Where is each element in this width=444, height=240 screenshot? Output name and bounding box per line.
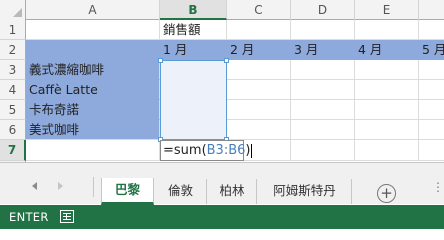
more-options-icon[interactable]: ⋮	[432, 180, 444, 194]
cell-d7[interactable]	[291, 140, 355, 161]
cell-c1[interactable]	[227, 20, 291, 40]
tab-divider	[93, 177, 94, 197]
add-sheet-icon[interactable]: +	[377, 184, 396, 203]
cell-b1[interactable]: 銷售額	[160, 20, 227, 40]
cell-d1[interactable]	[291, 20, 355, 40]
cell-e2[interactable]: 4 月	[355, 40, 419, 60]
sheet-tab-london[interactable]: 倫敦	[155, 179, 207, 204]
cell-a7[interactable]	[26, 140, 160, 161]
cell-b2[interactable]: 1 月	[160, 40, 227, 60]
column-header-f[interactable]	[419, 0, 444, 20]
cell-a2[interactable]	[26, 40, 160, 60]
column-header-e[interactable]: E	[355, 0, 419, 20]
scroll-tabs-left-icon[interactable]	[32, 182, 37, 190]
cell-a1[interactable]	[26, 20, 160, 40]
row-header-3[interactable]: 3	[0, 60, 26, 80]
row-header-5[interactable]: 5	[0, 100, 26, 120]
column-header-c[interactable]: C	[227, 0, 291, 20]
select-all-corner[interactable]	[0, 0, 26, 20]
cell-d4[interactable]	[291, 80, 355, 100]
cell-c5[interactable]	[227, 100, 291, 120]
sheet-tab-berlin[interactable]: 柏林	[208, 179, 257, 204]
macro-recording-icon[interactable]	[60, 210, 74, 223]
status-bar: ENTER	[0, 205, 444, 229]
sheet-tab-amsterdam[interactable]: 阿姆斯特丹	[258, 179, 352, 204]
cell-a4[interactable]: Caffè Latte	[26, 80, 160, 100]
cell-c2[interactable]: 2 月	[227, 40, 291, 60]
cell-f3[interactable]	[419, 60, 444, 80]
row-header-1[interactable]: 1	[0, 20, 26, 40]
cell-f5[interactable]	[419, 100, 444, 120]
cell-c4[interactable]	[227, 80, 291, 100]
cell-f4[interactable]	[419, 80, 444, 100]
cell-c6[interactable]	[227, 120, 291, 140]
row-header-2[interactable]: 2	[0, 40, 26, 60]
column-header-b[interactable]: B	[160, 0, 227, 20]
cell-f6[interactable]	[419, 120, 444, 140]
cell-f1[interactable]	[419, 20, 444, 40]
cell-e4[interactable]	[355, 80, 419, 100]
cell-e5[interactable]	[355, 100, 419, 120]
cell-e3[interactable]	[355, 60, 419, 80]
cell-d3[interactable]	[291, 60, 355, 80]
cell-a6[interactable]: 美式咖啡	[26, 120, 160, 140]
cell-a3[interactable]: 義式濃縮咖啡	[26, 60, 160, 80]
formula-close-paren: )	[245, 143, 251, 158]
cell-f2[interactable]: 5 月	[419, 40, 444, 60]
range-handle-top-right[interactable]	[224, 58, 229, 63]
cell-d2[interactable]: 3 月	[291, 40, 355, 60]
cell-f7[interactable]	[419, 140, 444, 161]
select-all-icon	[13, 8, 22, 17]
cell-e7[interactable]	[355, 140, 419, 161]
cell-d5[interactable]	[291, 100, 355, 120]
cell-c3[interactable]	[227, 60, 291, 80]
cell-e1[interactable]	[355, 20, 419, 40]
range-handle-top-left[interactable]	[158, 58, 163, 63]
column-header-a[interactable]: A	[26, 0, 160, 20]
cell-b7-editor[interactable]: =sum(B3:B6)	[160, 140, 253, 161]
cell-e6[interactable]	[355, 120, 419, 140]
cell-d6[interactable]	[291, 120, 355, 140]
cell-a5[interactable]: 卡布奇諾	[26, 100, 160, 120]
column-headers: A B C D E	[0, 0, 444, 20]
row-header-6[interactable]: 6	[0, 120, 26, 140]
scroll-tabs-right-icon[interactable]	[58, 182, 63, 190]
formula-function: =sum(	[163, 143, 207, 158]
row-header-7[interactable]: 7	[0, 140, 26, 161]
column-header-d[interactable]: D	[291, 0, 355, 20]
formula-range-highlight[interactable]	[158, 58, 229, 142]
row-header-4[interactable]: 4	[0, 80, 26, 100]
sheet-tab-paris[interactable]: 巴黎	[101, 178, 154, 205]
text-caret	[251, 143, 253, 158]
status-mode: ENTER	[9, 210, 49, 224]
formula-range-reference: B3:B6	[206, 143, 246, 158]
spreadsheet-grid[interactable]: A B C D E 1 2 3 4 5 6 7 8 銷售額 1 月 2 月 3 …	[0, 0, 444, 162]
